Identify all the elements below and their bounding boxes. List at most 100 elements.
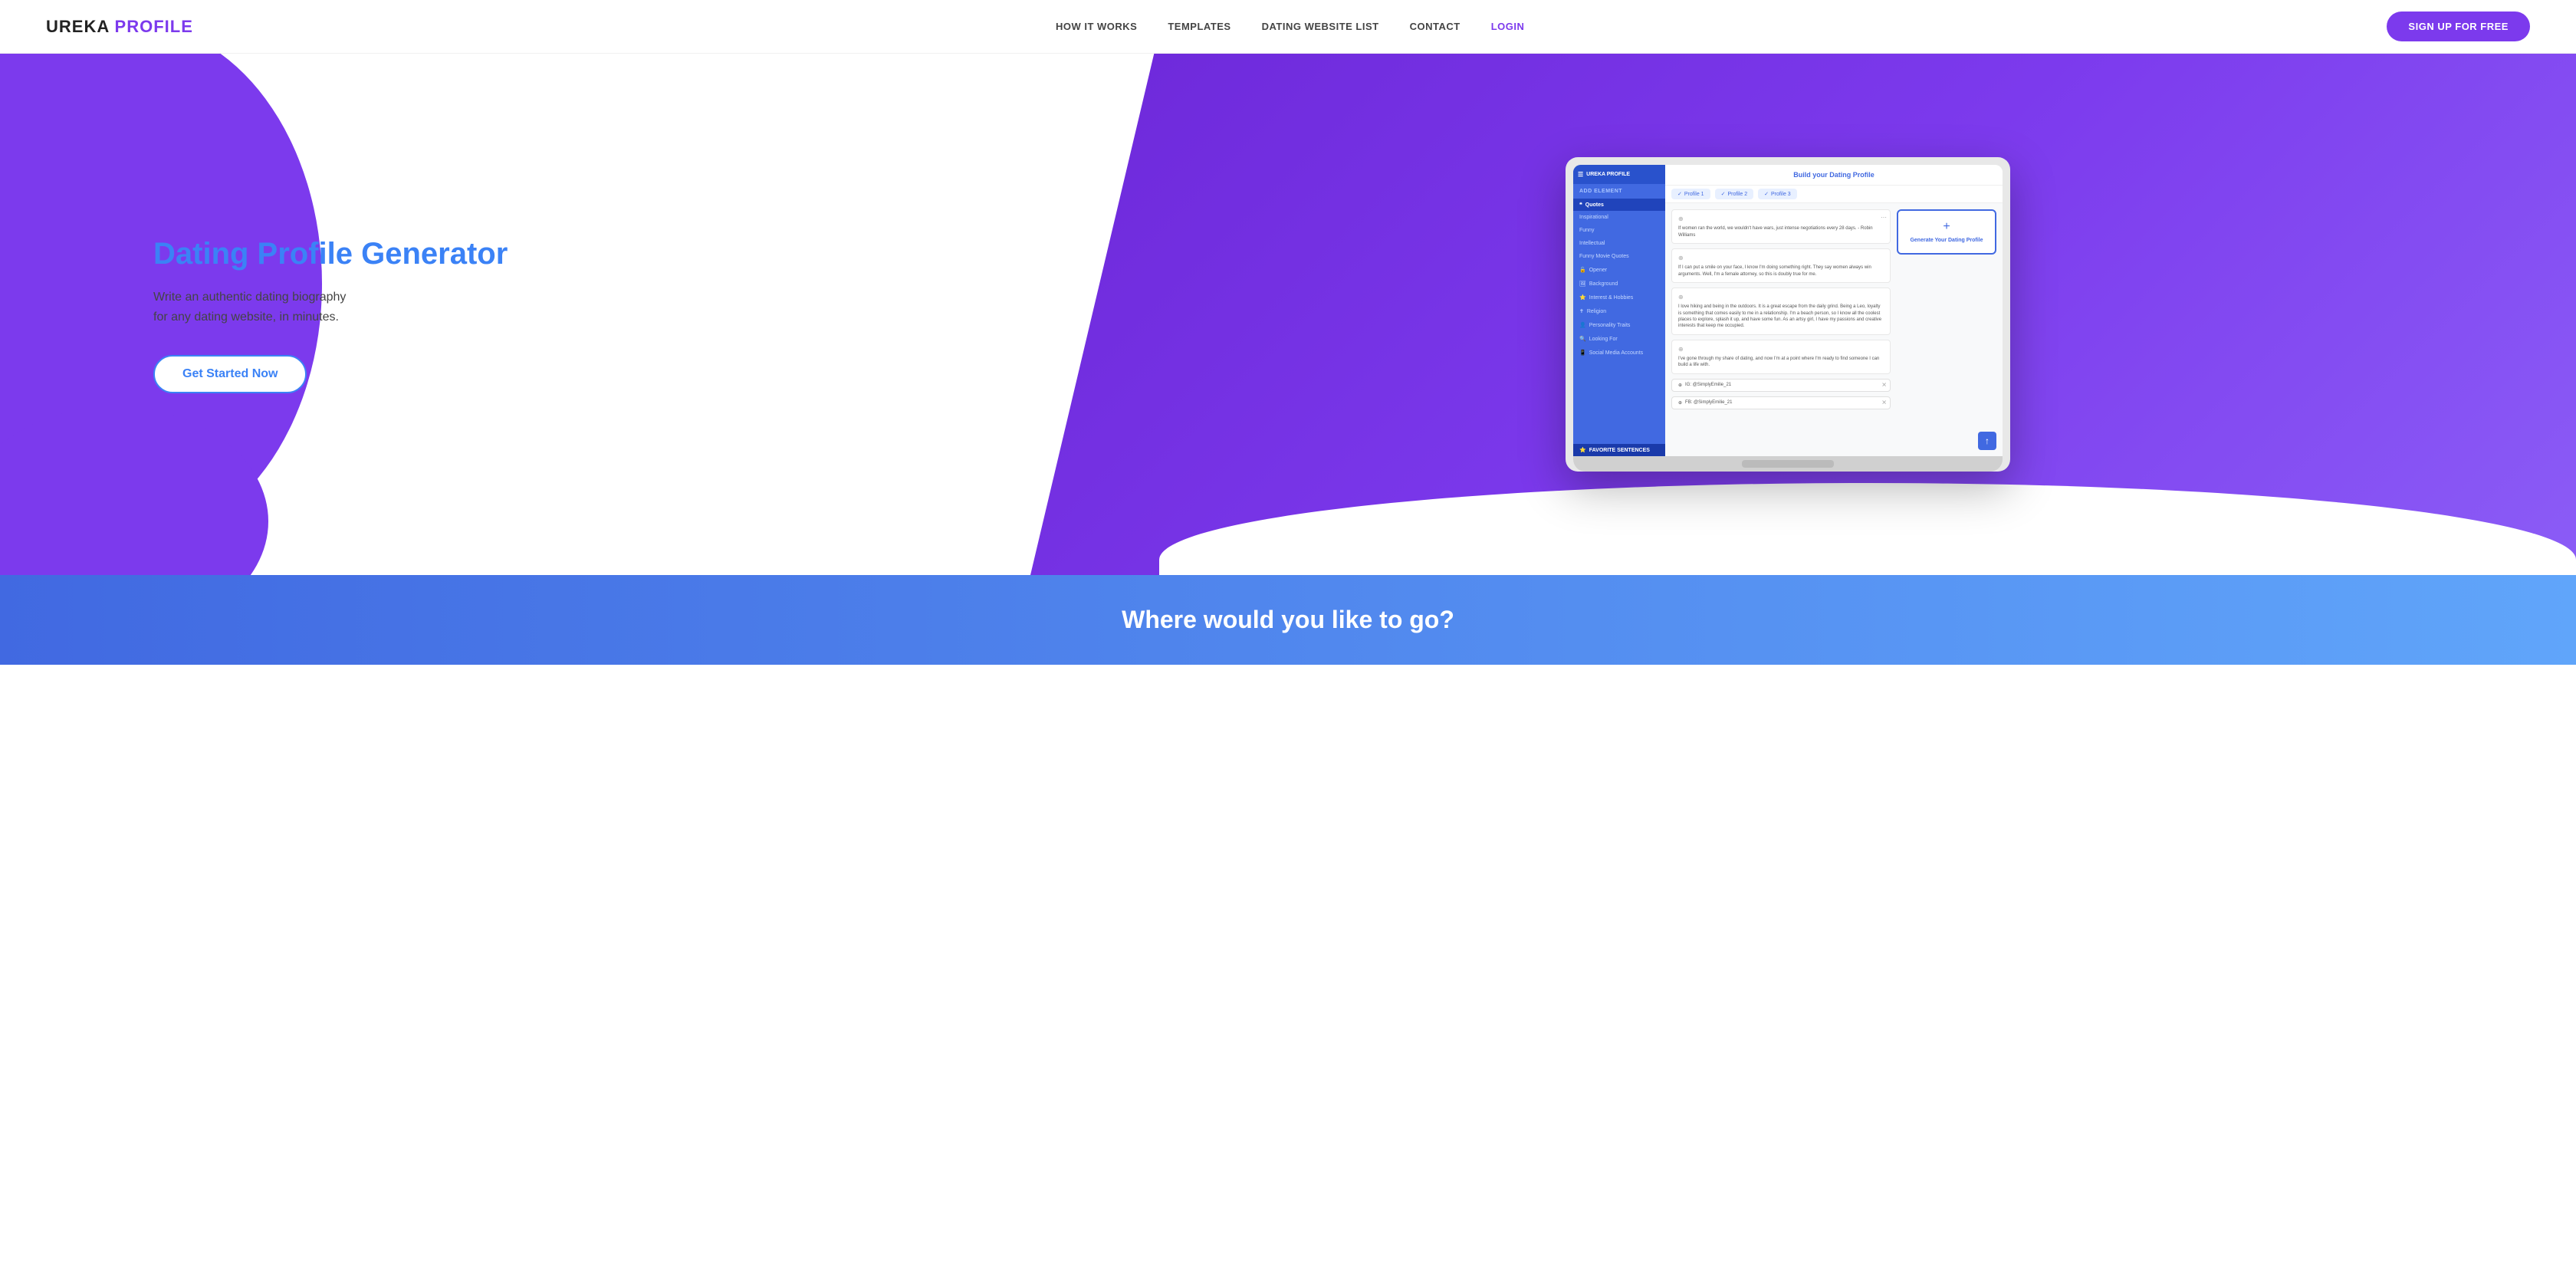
sidebar-sub-intellectual[interactable]: Intellectual <box>1573 237 1665 250</box>
logo: UREKA PROFILE <box>46 17 193 37</box>
tab-check-1: ✓ <box>1677 191 1682 197</box>
nav-links: HOW IT WORKS TEMPLATES DATING WEBSITE LI… <box>1056 20 1524 34</box>
app-content: ⊕ ⋯ If women ran the world, we wouldn't … <box>1665 203 2003 433</box>
tab-profile-3[interactable]: ✓ Profile 3 <box>1758 189 1797 199</box>
close-icon-ig[interactable]: ✕ <box>1881 382 1887 389</box>
background-icon: 🖼 <box>1579 281 1586 287</box>
editor-text-looking: I've gone through my share of dating, an… <box>1678 357 1879 367</box>
editor-block-hobbies: ⊕ I love hiking and being in the outdoor… <box>1671 288 1891 335</box>
social-text-ig: IG: @SimplyEmilie_21 <box>1685 383 1731 387</box>
sidebar-label-background: Background <box>1589 281 1618 287</box>
sidebar-item-favorite-sentences[interactable]: ⭐ FAVORITE SENTENCES <box>1573 444 1665 456</box>
sidebar-label-opener: Opener <box>1589 268 1607 273</box>
sidebar-sub-inspirational[interactable]: Inspirational <box>1573 211 1665 224</box>
laptop-trackpad <box>1742 460 1834 468</box>
sidebar-label-favorite: FAVORITE SENTENCES <box>1589 448 1650 453</box>
nav-item-contact[interactable]: CONTACT <box>1410 20 1460 34</box>
sidebar-item-social-media[interactable]: 📱Social Media Accounts <box>1573 346 1665 360</box>
social-text-fb: FB: @SimplyEmilie_21 <box>1685 400 1732 405</box>
sidebar-sub-funny-movie-quotes[interactable]: Funny Movie Quotes <box>1573 250 1665 263</box>
generate-plus-icon: + <box>1943 220 1950 234</box>
opener-icon: 🔓 <box>1579 267 1586 273</box>
editor-block-looking: ⊕ I've gone through my share of dating, … <box>1671 340 1891 374</box>
editor-text-quote: If women ran the world, we wouldn't have… <box>1678 226 1873 237</box>
app-main: Build your Dating Profile ✓ Profile 1 ✓ … <box>1665 165 2003 456</box>
upload-icon: ↑ <box>1985 435 1990 446</box>
tab-check-3: ✓ <box>1764 191 1769 197</box>
app-generate-panel: + Generate Your Dating Profile <box>1897 209 1996 427</box>
close-icon-fb[interactable]: ✕ <box>1881 399 1887 406</box>
tab-profile-1[interactable]: ✓ Profile 1 <box>1671 189 1710 199</box>
sidebar-brand-label: UREKA PROFILE <box>1586 172 1630 177</box>
editor-text-bg: If I can put a smile on your face, I kno… <box>1678 265 1871 276</box>
sidebar-label-looking: Looking For <box>1589 337 1618 342</box>
nav-link-dating-website-list[interactable]: DATING WEBSITE LIST <box>1262 21 1379 32</box>
sidebar-item-opener[interactable]: 🔓Opener <box>1573 263 1665 277</box>
nav-item-how-it-works[interactable]: HOW IT WORKS <box>1056 20 1137 34</box>
sidebar-sub-funny[interactable]: Funny <box>1573 224 1665 237</box>
signup-button[interactable]: SIGN UP FOR FREE <box>2387 12 2530 41</box>
bottom-title: Where would you like to go? <box>1122 606 1454 634</box>
navbar: UREKA PROFILE HOW IT WORKS TEMPLATES DAT… <box>0 0 2576 54</box>
sidebar-label-funny: Funny <box>1579 228 1594 233</box>
sidebar-label-quotes: Quotes <box>1585 202 1604 208</box>
nav-link-login[interactable]: LOGIN <box>1491 21 1525 32</box>
social-drag-ig: ⊕ <box>1678 383 1682 388</box>
nav-item-login[interactable]: LOGIN <box>1491 20 1525 34</box>
laptop-screen: ☰ UREKA PROFILE ADD ELEMENT ❝ Quotes Ins… <box>1573 165 2003 456</box>
logo-ureka: UREKA <box>46 17 109 36</box>
drag-icon-looking: ⊕ <box>1678 345 1684 353</box>
app-main-header: Build your Dating Profile <box>1665 165 2003 186</box>
get-started-button[interactable]: Get Started Now <box>153 355 307 393</box>
sidebar-item-looking-for[interactable]: 🔍Looking For <box>1573 332 1665 346</box>
tab-label-1: Profile 1 <box>1684 192 1704 197</box>
tab-label-3: Profile 3 <box>1771 192 1791 197</box>
bottom-section: Where would you like to go? <box>0 575 2576 665</box>
generate-dating-profile-button[interactable]: + Generate Your Dating Profile <box>1897 209 1996 255</box>
sidebar-label-fmq: Funny Movie Quotes <box>1579 254 1629 259</box>
favorite-icon: ⭐ <box>1579 447 1586 453</box>
drag-icon-quote: ⊕ <box>1678 215 1684 223</box>
tab-label-2: Profile 2 <box>1727 192 1747 197</box>
app-tabs: ✓ Profile 1 ✓ Profile 2 ✓ Profile 3 <box>1665 186 2003 203</box>
hero-content: Dating Profile Generator Write an authen… <box>0 235 1030 393</box>
social-row-ig: ⊕ IG: @SimplyEmilie_21 ✕ <box>1671 379 1891 392</box>
sidebar-header: ☰ UREKA PROFILE <box>1573 165 1665 184</box>
nav-link-how-it-works[interactable]: HOW IT WORKS <box>1056 21 1137 32</box>
hero-section: Dating Profile Generator Write an authen… <box>0 54 2576 575</box>
nav-right: SIGN UP FOR FREE <box>2387 12 2530 41</box>
nav-item-dating-website-list[interactable]: DATING WEBSITE LIST <box>1262 20 1379 34</box>
editor-block-quote: ⊕ ⋯ If women ran the world, we wouldn't … <box>1671 209 1891 244</box>
app-editor: ⊕ ⋯ If women ran the world, we wouldn't … <box>1671 209 1891 427</box>
sidebar-item-personality[interactable]: 👤Personality Traits <box>1573 318 1665 332</box>
sidebar-item-quotes[interactable]: ❝ Quotes <box>1573 199 1665 211</box>
sidebar-item-interests[interactable]: ⭐Interest & Hobbies <box>1573 291 1665 304</box>
more-icon-quote[interactable]: ⋯ <box>1881 213 1887 222</box>
drag-icon-hobbies: ⊕ <box>1678 293 1684 301</box>
sidebar-label-interests: Interest & Hobbies <box>1589 295 1634 301</box>
interests-icon: ⭐ <box>1579 294 1586 301</box>
sidebar-item-religion[interactable]: ✝Religion <box>1573 304 1665 318</box>
app-sidebar: ☰ UREKA PROFILE ADD ELEMENT ❝ Quotes Ins… <box>1573 165 1665 456</box>
sidebar-label-intellectual: Intellectual <box>1579 241 1605 246</box>
tab-profile-2[interactable]: ✓ Profile 2 <box>1715 189 1754 199</box>
editor-block-bg: ⊕ If I can put a smile on your face, I k… <box>1671 248 1891 283</box>
nav-link-contact[interactable]: CONTACT <box>1410 21 1460 32</box>
sidebar-label-religion: Religion <box>1587 309 1606 314</box>
drag-icon-bg: ⊕ <box>1678 254 1684 262</box>
hero-visual: ☰ UREKA PROFILE ADD ELEMENT ❝ Quotes Ins… <box>1030 127 2576 502</box>
social-row-fb: ⊕ FB: @SimplyEmilie_21 ✕ <box>1671 396 1891 409</box>
social-icon: 📱 <box>1579 350 1586 356</box>
sidebar-item-background[interactable]: 🖼Background <box>1573 277 1665 291</box>
generate-label: Generate Your Dating Profile <box>1910 237 1983 244</box>
quotes-icon: ❝ <box>1579 202 1582 208</box>
personality-icon: 👤 <box>1579 322 1586 328</box>
nav-item-templates[interactable]: TEMPLATES <box>1168 20 1230 34</box>
app-main-title: Build your Dating Profile <box>1793 171 1875 179</box>
editor-text-hobbies: I love hiking and being in the outdoors.… <box>1678 304 1881 328</box>
nav-link-templates[interactable]: TEMPLATES <box>1168 21 1230 32</box>
looking-icon: 🔍 <box>1579 336 1586 342</box>
upload-button[interactable]: ↑ <box>1978 432 1996 450</box>
menu-icon: ☰ <box>1578 171 1583 178</box>
add-element-label: ADD ELEMENT <box>1573 184 1665 199</box>
